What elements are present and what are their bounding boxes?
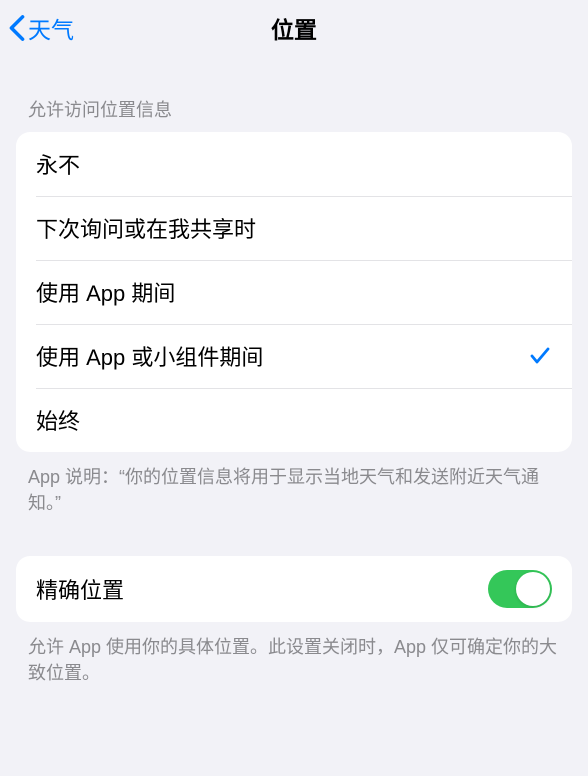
option-while-using-app[interactable]: 使用 App 期间	[16, 260, 572, 324]
precise-location-row: 精确位置	[16, 556, 572, 622]
option-never[interactable]: 永不	[16, 132, 572, 196]
option-label: 始终	[36, 404, 80, 436]
precise-location-label: 精确位置	[36, 573, 124, 605]
chevron-left-icon	[8, 14, 26, 42]
option-while-using-app-or-widgets[interactable]: 使用 App 或小组件期间	[16, 324, 572, 388]
location-access-group: 永不 下次询问或在我共享时 使用 App 期间 使用 App 或小组件期间 始终	[16, 132, 572, 452]
checkmark-icon	[528, 344, 552, 368]
back-button[interactable]: 天气	[8, 11, 74, 45]
option-ask-next-time[interactable]: 下次询问或在我共享时	[16, 196, 572, 260]
back-label: 天气	[28, 11, 74, 45]
switch-knob	[516, 572, 550, 606]
option-label: 使用 App 期间	[36, 276, 175, 308]
option-label: 永不	[36, 148, 80, 180]
section-footer-app-explanation: App 说明：“你的位置信息将用于显示当地天气和发送附近天气通知。”	[0, 452, 588, 516]
section-footer-precise-location: 允许 App 使用你的具体位置。此设置关闭时，App 仅可确定你的大致位置。	[0, 622, 588, 686]
option-label: 下次询问或在我共享时	[36, 212, 256, 244]
option-label: 使用 App 或小组件期间	[36, 340, 263, 372]
precise-location-group: 精确位置	[16, 556, 572, 622]
precise-location-toggle[interactable]	[488, 570, 552, 608]
navigation-bar: 天气 位置	[0, 0, 588, 56]
page-title: 位置	[271, 11, 317, 45]
section-header-location-access: 允许访问位置信息	[0, 56, 588, 132]
option-always[interactable]: 始终	[16, 388, 572, 452]
